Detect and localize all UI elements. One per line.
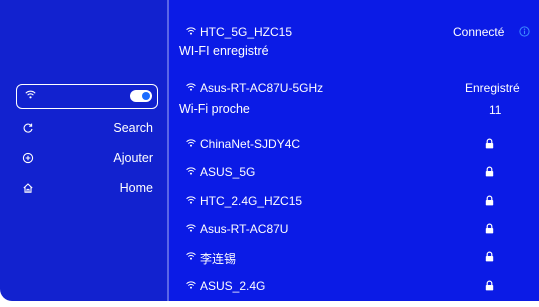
add-circle-icon: [22, 152, 34, 164]
wifi-icon: [186, 83, 196, 91]
lock-icon: [485, 223, 494, 234]
network-ssid: Asus-RT-AC87U-5GHz: [200, 81, 324, 95]
toggle-knob: [142, 92, 150, 100]
nearby-network-row[interactable]: Asus-RT-AC87U: [169, 220, 539, 240]
nearby-count: 11: [489, 103, 502, 117]
nearby-section-title: Wi-Fi proche: [179, 102, 250, 116]
refresh-icon: [22, 122, 34, 134]
wifi-toggle-switch[interactable]: [130, 90, 152, 102]
wifi-list-panel: HTC_5G_HZC15 Connecté WI-FI enregistré A…: [169, 0, 539, 301]
network-ssid: ASUS_2.4G: [200, 279, 266, 293]
sidebar-item-label: Search: [113, 121, 153, 135]
connection-status: Connecté: [453, 25, 505, 39]
lock-icon: [485, 195, 494, 206]
network-ssid: Asus-RT-AC87U: [200, 222, 289, 236]
lock-icon: [485, 280, 494, 291]
wifi-icon: [186, 167, 196, 175]
wifi-icon: [186, 196, 196, 204]
network-ssid: HTC_5G_HZC15: [200, 25, 293, 39]
network-ssid: ASUS_5G: [200, 165, 256, 179]
wifi-icon: [25, 90, 36, 99]
wifi-icon: [186, 281, 196, 289]
nearby-network-row[interactable]: ASUS_2.4G: [169, 277, 539, 297]
lock-icon: [485, 166, 494, 177]
info-icon[interactable]: [519, 26, 530, 37]
wifi-icon: [186, 252, 196, 260]
saved-status: Enregistré: [465, 81, 520, 95]
sidebar-item-ajouter[interactable]: Ajouter: [0, 149, 167, 169]
network-ssid: ChinaNet-SJDY4C: [200, 137, 301, 151]
nearby-network-row[interactable]: ASUS_5G: [169, 163, 539, 183]
sidebar-item-home[interactable]: Home: [0, 179, 167, 199]
nearby-network-row[interactable]: 李连锡: [169, 248, 539, 268]
sidebar-item-label: Home: [119, 181, 153, 195]
sidebar-item-label: Ajouter: [113, 151, 153, 165]
nearby-network-row[interactable]: HTC_2.4G_HZC15: [169, 192, 539, 212]
wifi-toggle-row[interactable]: [16, 84, 158, 109]
sidebar: Search Ajouter Home: [0, 0, 167, 301]
network-ssid: 李连锡: [200, 252, 237, 266]
lock-icon: [485, 138, 494, 149]
lock-icon: [485, 251, 494, 262]
wifi-icon: [186, 27, 196, 35]
wifi-icon: [186, 224, 196, 232]
saved-section-title: WI-FI enregistré: [179, 44, 269, 58]
sidebar-item-search[interactable]: Search: [0, 119, 167, 139]
home-icon: [22, 182, 34, 194]
network-ssid: HTC_2.4G_HZC15: [200, 194, 303, 208]
nearby-network-row[interactable]: ChinaNet-SJDY4C: [169, 135, 539, 155]
wifi-icon: [186, 139, 196, 147]
